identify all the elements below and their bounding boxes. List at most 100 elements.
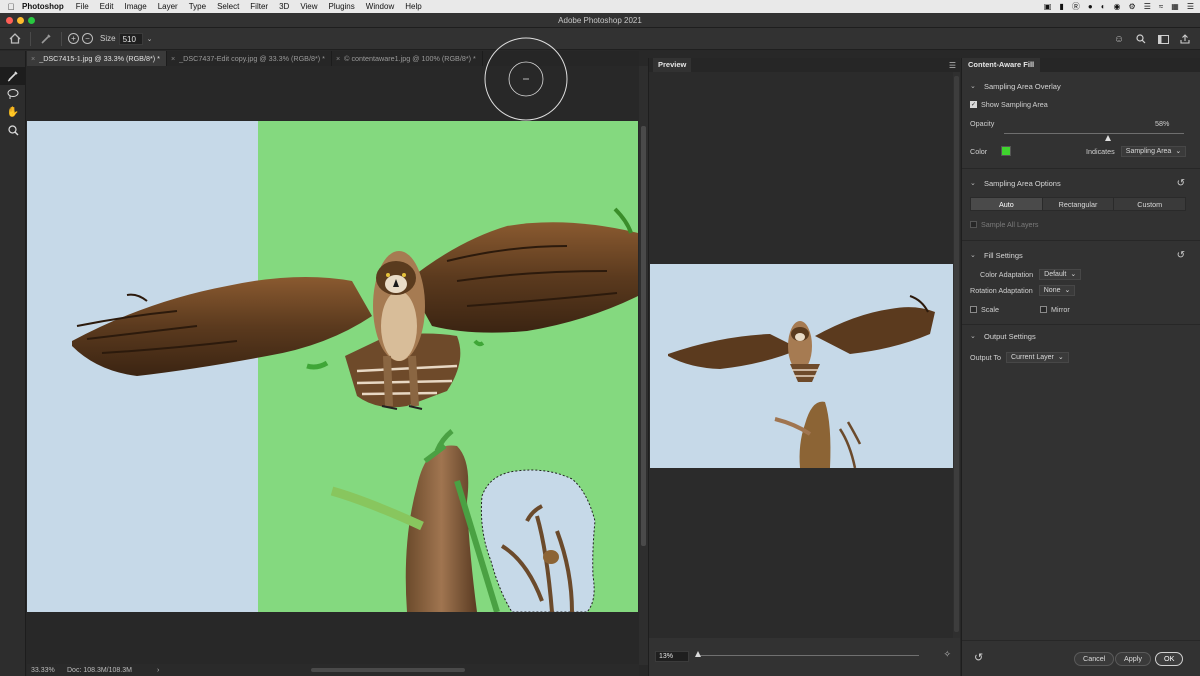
reset-icon[interactable]: ↺ bbox=[1177, 178, 1185, 189]
preview-zoom-knob[interactable] bbox=[695, 651, 701, 657]
zoom-tool-icon[interactable] bbox=[0, 121, 26, 139]
preview-zoom-slider[interactable] bbox=[697, 655, 919, 656]
menu-3d[interactable]: 3D bbox=[279, 2, 289, 11]
chevron-down-icon[interactable]: ⌄ bbox=[970, 82, 984, 90]
zoom-window-button[interactable] bbox=[28, 17, 35, 24]
sample-all-row[interactable]: Sample All Layers bbox=[970, 220, 1039, 229]
workspace-icon[interactable] bbox=[1154, 30, 1172, 48]
hand-tool-icon[interactable]: ✋ bbox=[0, 103, 26, 121]
close-window-button[interactable] bbox=[6, 17, 13, 24]
app-icon[interactable]: ⚙ bbox=[1129, 2, 1136, 11]
sample-all-checkbox[interactable] bbox=[970, 221, 977, 228]
opacity-slider-knob[interactable] bbox=[1105, 135, 1112, 141]
app-menu[interactable]: Photoshop bbox=[22, 2, 64, 11]
output-to-dropdown[interactable]: Current Layer ⌄ bbox=[1006, 352, 1069, 363]
menu-type[interactable]: Type bbox=[189, 2, 206, 11]
document-tab[interactable]: × _DSC7437-Edit copy.jpg @ 33.3% (RGB/8*)… bbox=[167, 51, 332, 66]
chevron-down-icon[interactable]: ⌄ bbox=[970, 332, 984, 340]
close-tab-icon[interactable]: × bbox=[31, 54, 35, 63]
section-header[interactable]: ⌄ Sampling Area Options ↺ bbox=[962, 176, 1200, 190]
menu-view[interactable]: View bbox=[300, 2, 317, 11]
app-icon[interactable]: ◉ bbox=[1114, 2, 1121, 11]
scale-checkbox[interactable] bbox=[970, 306, 977, 313]
mirror-checkbox[interactable] bbox=[1040, 306, 1047, 313]
wifi-icon[interactable]: ≈ bbox=[1159, 2, 1163, 11]
minimize-window-button[interactable] bbox=[17, 17, 24, 24]
reset-icon[interactable]: ↺ bbox=[1177, 250, 1185, 261]
chevron-down-icon: ⌄ bbox=[1070, 271, 1077, 278]
share-icon[interactable] bbox=[1176, 30, 1194, 48]
content-aware-fill-panel: Content-Aware Fill ⌄ Sampling Area Overl… bbox=[961, 58, 1200, 676]
color-swatch[interactable] bbox=[1001, 146, 1012, 156]
mode-custom-button[interactable]: Custom bbox=[1114, 198, 1185, 210]
document-tab[interactable]: × © contentaware1.jpg @ 100% (RGB/8*) * bbox=[332, 51, 483, 66]
lasso-tool-icon[interactable] bbox=[0, 85, 26, 103]
menu-plugins[interactable]: Plugins bbox=[329, 2, 355, 11]
subtract-from-sampling-icon[interactable]: − bbox=[82, 33, 93, 44]
menu-layer[interactable]: Layer bbox=[158, 2, 178, 11]
canvas-vertical-scrollbar[interactable] bbox=[639, 66, 648, 665]
skype-icon[interactable]: Ⓡ bbox=[1072, 1, 1080, 12]
controls-icon[interactable]: ▦ bbox=[1171, 2, 1179, 11]
chevron-down-icon[interactable]: ⌄ bbox=[147, 35, 153, 43]
apple-icon[interactable]:  bbox=[0, 2, 22, 12]
app-icon[interactable]: ☰ bbox=[1144, 2, 1151, 11]
ok-button[interactable]: OK bbox=[1155, 652, 1184, 666]
document-image[interactable] bbox=[27, 121, 638, 612]
menu-image[interactable]: Image bbox=[124, 2, 146, 11]
battery-icon[interactable]: ▮ bbox=[1059, 2, 1063, 11]
close-tab-icon[interactable]: × bbox=[171, 54, 175, 63]
opacity-label: Opacity bbox=[970, 119, 995, 128]
scale-row[interactable]: Scale bbox=[970, 305, 999, 314]
rotation-adaptation-dropdown[interactable]: None ⌄ bbox=[1038, 285, 1076, 296]
app-icon[interactable]: ● bbox=[1088, 2, 1093, 11]
search-icon[interactable] bbox=[1132, 30, 1150, 48]
close-tab-icon[interactable]: × bbox=[336, 54, 340, 63]
indicates-dropdown[interactable]: Sampling Area ⌄ bbox=[1120, 146, 1187, 157]
sampling-options-section: ⌄ Sampling Area Options ↺ bbox=[962, 176, 1200, 190]
notification-icon[interactable]: ☰ bbox=[1187, 2, 1194, 11]
brush-tool-preset-icon[interactable] bbox=[37, 30, 55, 48]
sampling-brush-tool-icon[interactable] bbox=[0, 67, 26, 85]
reset-all-icon[interactable]: ↺ bbox=[974, 651, 983, 664]
preview-zoom-field[interactable]: 13% bbox=[655, 650, 689, 662]
show-sampling-checkbox[interactable]: ✓ bbox=[970, 101, 977, 108]
display-icon[interactable]: ▣ bbox=[1044, 2, 1052, 11]
menu-file[interactable]: File bbox=[76, 2, 89, 11]
show-sampling-row[interactable]: ✓ Show Sampling Area bbox=[970, 100, 1048, 109]
menu-edit[interactable]: Edit bbox=[100, 2, 114, 11]
menu-window[interactable]: Window bbox=[366, 2, 394, 11]
mode-auto-button[interactable]: Auto bbox=[971, 198, 1043, 210]
opacity-slider[interactable] bbox=[1004, 133, 1184, 134]
menu-filter[interactable]: Filter bbox=[250, 2, 268, 11]
section-header[interactable]: ⌄ Output Settings bbox=[962, 329, 1200, 343]
menu-select[interactable]: Select bbox=[217, 2, 239, 11]
brush-size-field[interactable]: 510 bbox=[118, 32, 143, 45]
section-header[interactable]: ⌄ Fill Settings ↺ bbox=[962, 248, 1200, 262]
people-icon[interactable]: ☺ bbox=[1110, 30, 1128, 48]
preview-panel: Preview ☰ 13% ✧ bbox=[648, 58, 960, 676]
mirror-row[interactable]: Mirror bbox=[1040, 305, 1070, 314]
preview-viewport[interactable] bbox=[649, 72, 954, 638]
refresh-preview-icon[interactable]: ✧ bbox=[943, 649, 951, 660]
status-menu-arrow[interactable]: › bbox=[157, 667, 159, 674]
cancel-button[interactable]: Cancel bbox=[1074, 652, 1115, 666]
section-header[interactable]: ⌄ Sampling Area Overlay bbox=[962, 79, 1200, 93]
mode-rectangular-button[interactable]: Rectangular bbox=[1043, 198, 1115, 210]
menu-help[interactable]: Help bbox=[405, 2, 421, 11]
canvas-horizontal-scrollbar[interactable] bbox=[311, 668, 465, 672]
home-icon[interactable] bbox=[6, 30, 24, 48]
add-to-sampling-icon[interactable]: + bbox=[68, 33, 79, 44]
zoom-level[interactable]: 33.33% bbox=[27, 667, 67, 674]
canvas-area[interactable] bbox=[27, 37, 638, 665]
color-row: Color bbox=[970, 146, 1012, 156]
app-icon[interactable]: ◐ bbox=[1101, 2, 1106, 11]
apply-button[interactable]: Apply bbox=[1115, 652, 1151, 666]
panel-menu-icon[interactable]: ☰ bbox=[949, 61, 956, 70]
chevron-down-icon[interactable]: ⌄ bbox=[970, 251, 984, 259]
color-adaptation-dropdown[interactable]: Default ⌄ bbox=[1039, 269, 1082, 280]
document-tab[interactable]: × _DSC7415-1.jpg @ 33.3% (RGB/8*) * bbox=[27, 51, 167, 66]
preview-image[interactable] bbox=[650, 264, 954, 468]
opacity-value[interactable]: 58% bbox=[1155, 119, 1169, 128]
chevron-down-icon[interactable]: ⌄ bbox=[970, 179, 984, 187]
